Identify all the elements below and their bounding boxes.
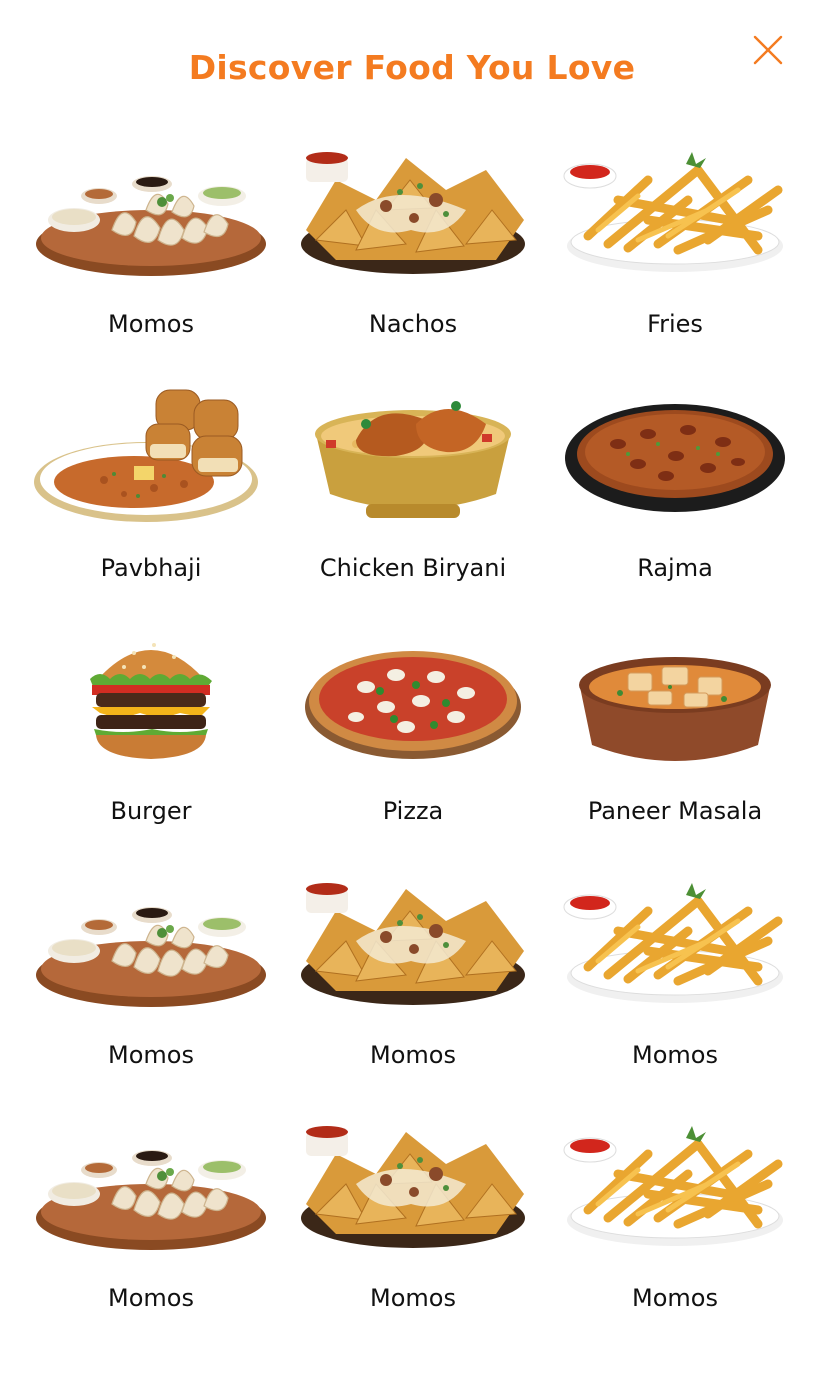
momos-image (36, 906, 266, 1007)
food-item-label: Pavbhaji (100, 553, 202, 582)
food-item-nachos[interactable]: Nachos (282, 140, 544, 384)
fries-image (563, 152, 783, 272)
food-item-momos[interactable]: Momos (20, 1114, 282, 1358)
food-grid: Momos Nachos Fries Pavbhaji Chicken Biry… (20, 140, 806, 1358)
food-item-label: Pizza (382, 797, 444, 825)
food-item-label: Momos (108, 1040, 194, 1069)
food-item-rajma[interactable]: Rajma (544, 384, 806, 628)
food-item-label: Burger (110, 797, 192, 825)
food-item-label: Momos (370, 1284, 456, 1312)
close-icon[interactable] (752, 34, 784, 66)
rajma-image (565, 403, 785, 512)
food-item-fries[interactable]: Fries (544, 140, 806, 384)
momos-image (36, 1150, 266, 1250)
food-item-label: Momos (632, 1284, 718, 1312)
nachos-image (301, 882, 525, 1005)
food-item-momos[interactable]: Momos (544, 1114, 806, 1358)
food-item-label: Fries (647, 310, 703, 338)
food-item-momos[interactable]: Momos (282, 871, 544, 1115)
nachos-image (301, 152, 525, 274)
page-title: Discover Food You Love (188, 48, 636, 87)
food-item-pavbhaji[interactable]: Pavbhaji (20, 384, 282, 628)
fries-image (563, 882, 783, 1003)
food-item-label: Rajma (637, 553, 713, 582)
food-item-momos[interactable]: Momos (544, 871, 806, 1115)
food-item-momos[interactable]: Momos (282, 1114, 544, 1358)
food-item-paneer-masala[interactable]: Paneer Masala (544, 627, 806, 871)
momos-image (36, 176, 266, 276)
food-item-pizza[interactable]: Pizza (282, 627, 544, 871)
food-item-label: Momos (370, 1040, 456, 1069)
food-item-momos[interactable]: Momos (20, 871, 282, 1115)
biryani-image (315, 400, 511, 518)
burger-image (90, 643, 212, 759)
pavbhaji-image (34, 389, 258, 522)
food-item-burger[interactable]: Burger (20, 627, 282, 871)
food-item-label: Nachos (368, 310, 458, 338)
nachos-image (301, 1126, 525, 1248)
food-item-label: Momos (108, 1284, 194, 1312)
food-item-label: Momos (108, 310, 194, 338)
food-item-momos[interactable]: Momos (20, 140, 282, 384)
fries-image (563, 1126, 783, 1246)
food-item-label: Chicken Biryani (319, 553, 507, 582)
pizza-image (305, 651, 521, 759)
food-item-label: Momos (632, 1040, 718, 1069)
paneer-image (579, 657, 771, 761)
food-item-label: Paneer Masala (587, 797, 763, 825)
food-item-chicken-biryani[interactable]: Chicken Biryani (282, 384, 544, 628)
